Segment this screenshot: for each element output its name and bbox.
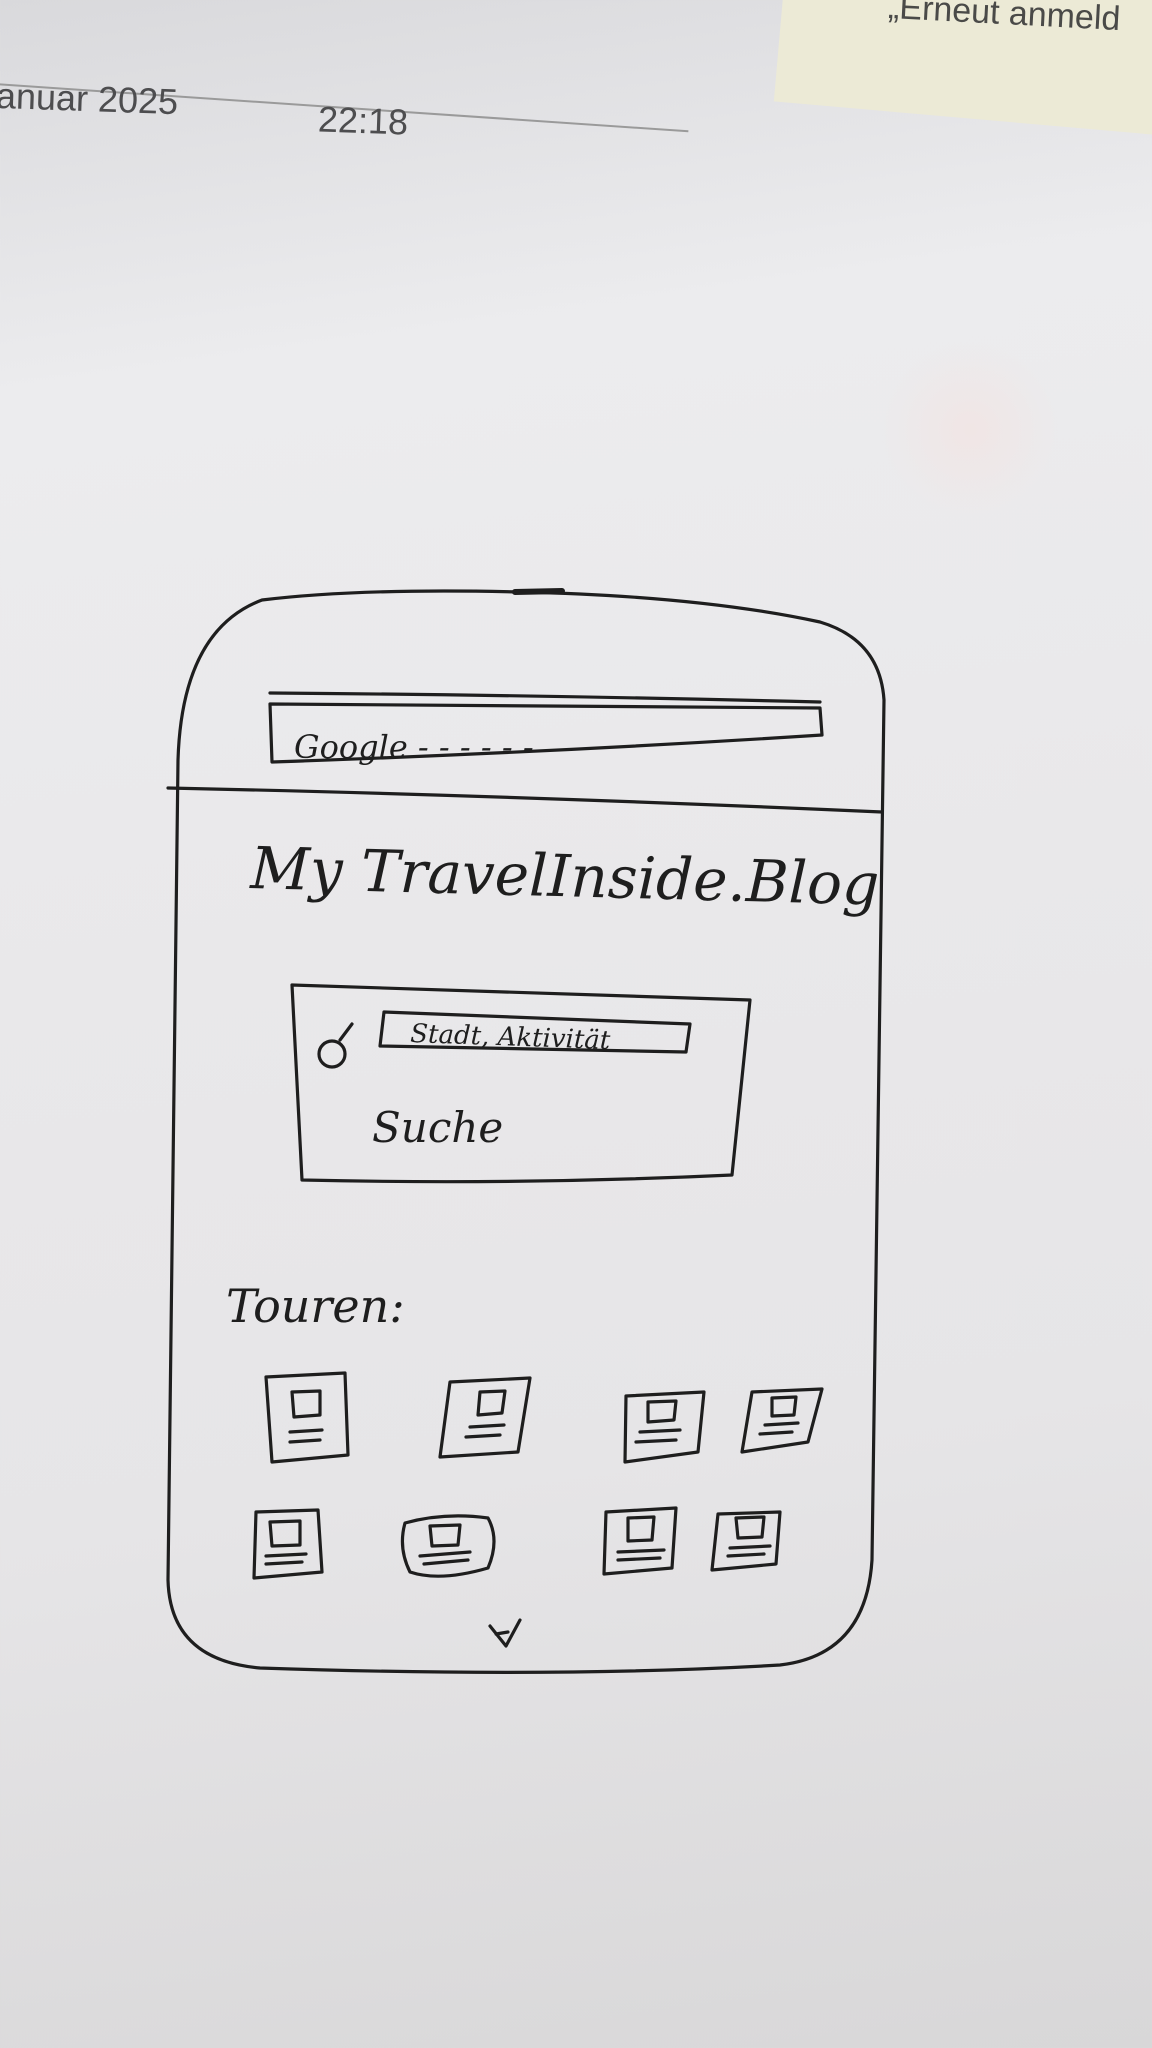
tour-card[interactable] — [740, 1387, 824, 1454]
search-card — [290, 983, 752, 1184]
address-bar-top-line — [268, 691, 822, 704]
earpiece — [512, 588, 565, 595]
tour-card[interactable] — [623, 1390, 706, 1464]
tour-card[interactable] — [264, 1371, 350, 1464]
tours-heading: Touren: — [226, 1279, 405, 1333]
chevron-down-icon[interactable] — [488, 1618, 522, 1648]
tour-card[interactable] — [602, 1506, 678, 1576]
search-input-placeholder: Stadt, Aktivität — [410, 1019, 612, 1056]
browser-divider — [166, 786, 884, 814]
search-button[interactable]: Suche — [372, 1103, 503, 1152]
magnifier-icon[interactable] — [317, 1022, 354, 1069]
address-bar-text: Google - - - - - - — [294, 728, 534, 766]
tour-card[interactable] — [400, 1514, 496, 1578]
phone-sketch: Google - - - - - - My TravelInside.Blog … — [166, 588, 886, 1674]
tour-card[interactable] — [438, 1376, 532, 1459]
tour-card[interactable] — [710, 1510, 782, 1572]
site-title: My TravelInside.Blog — [249, 834, 880, 918]
tour-card[interactable] — [252, 1508, 324, 1580]
